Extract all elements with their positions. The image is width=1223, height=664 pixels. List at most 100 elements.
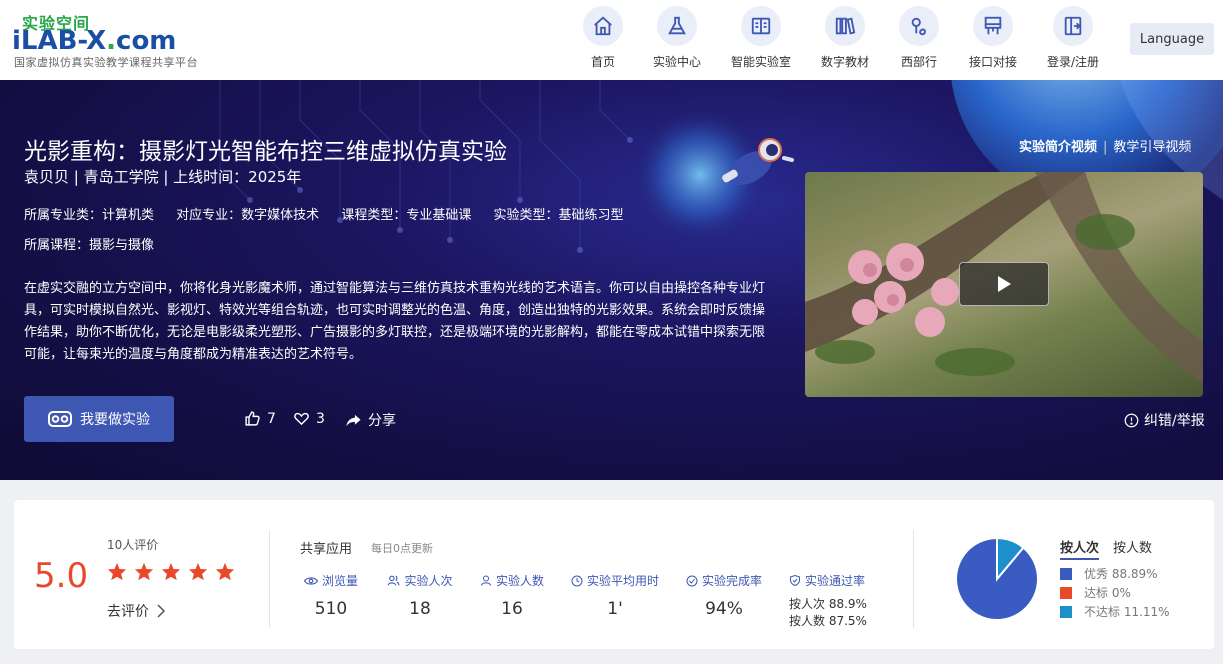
- vr-goggles-icon: [48, 411, 72, 427]
- heart-icon: [294, 412, 309, 426]
- metric-value: 18: [409, 599, 431, 619]
- tag-major: 对应专业：数字媒体技术: [176, 208, 320, 223]
- experiment-meta: 袁贝贝 | 青岛工学院 | 上线时间：2025年: [24, 168, 302, 186]
- legend-item: 优秀 88.89%: [1060, 564, 1170, 583]
- nav-label: 首页: [590, 55, 615, 69]
- video-player[interactable]: [805, 172, 1203, 397]
- tab-separator: |: [1103, 140, 1108, 155]
- nav-label: 西部行: [900, 55, 937, 69]
- video-tabs: 实验简介视频 | 教学引导视频: [1019, 136, 1191, 155]
- like-count: 7: [267, 410, 276, 427]
- metric-label: 实验完成率: [701, 574, 762, 588]
- share-label: 分享: [368, 413, 396, 429]
- language-button[interactable]: Language: [1130, 23, 1214, 55]
- review-count: 10人评价: [107, 538, 159, 552]
- metric-label: 实验通过率: [804, 574, 865, 588]
- metric-value: 510: [314, 599, 348, 619]
- play-icon: [998, 276, 1011, 292]
- nav-item-home[interactable]: 首页: [583, 6, 623, 74]
- like-button[interactable]: 7: [244, 410, 276, 427]
- metric-completion-rate: 实验完成率 94%: [684, 572, 764, 619]
- do-experiment-label: 我要做实验: [80, 412, 150, 428]
- logo-main-text: iLAB-X.com: [12, 26, 177, 56]
- nav-item-login[interactable]: 登录/注册: [1045, 6, 1101, 74]
- nav-label: 接口对接: [968, 55, 1017, 69]
- rating-score: 5.0: [34, 556, 89, 596]
- thumbs-up-icon: [245, 411, 260, 426]
- pass-rate-by-times: 按人次 88.9%: [789, 597, 867, 611]
- books-icon: [825, 6, 865, 46]
- play-button[interactable]: [959, 262, 1049, 306]
- grade-pie-chart: [955, 536, 1039, 621]
- metric-experiment-times: 实验人次 18: [387, 572, 453, 619]
- legend-item: 不达标 11.11%: [1060, 602, 1170, 621]
- legend-swatch: [1060, 605, 1072, 618]
- report-label: 纠错/举报: [1144, 413, 1205, 429]
- legend-swatch: [1060, 567, 1072, 580]
- report-error-link[interactable]: 纠错/举报: [1124, 410, 1205, 430]
- divider: [913, 530, 914, 628]
- go-review-label: 去评价: [107, 604, 149, 620]
- home-icon: [583, 6, 623, 46]
- flask-icon: [657, 6, 697, 46]
- star-icon: [107, 562, 127, 581]
- star-icon: [188, 562, 208, 581]
- pass-rate-by-people: 按人数 87.5%: [789, 614, 867, 628]
- do-experiment-button[interactable]: 我要做实验: [24, 396, 174, 442]
- stats-panel: 5.0 10人评价 去评价 共享应用 每日0点更新 浏览量 510 实验人次 1…: [14, 500, 1214, 649]
- experiment-title: 光影重构：摄影灯光智能布控三维虚拟仿真实验: [24, 139, 507, 165]
- favorite-button[interactable]: 3: [293, 410, 325, 427]
- nav-item-west[interactable]: 西部行: [899, 6, 939, 74]
- star-icon: [134, 562, 154, 581]
- experiment-banner: 光影重构：摄影灯光智能布控三维虚拟仿真实验 袁贝贝 | 青岛工学院 | 上线时间…: [0, 80, 1223, 480]
- legend-item: 达标 0%: [1060, 583, 1170, 602]
- nav-item-smart-lab[interactable]: 智能实验室: [731, 6, 791, 74]
- users-icon: [388, 575, 400, 586]
- tag-course-type: 课程类型：专业基础课: [341, 208, 472, 223]
- nav-item-interface[interactable]: 接口对接: [968, 6, 1018, 74]
- shield-icon: [789, 574, 800, 587]
- rating-stars: [107, 562, 242, 581]
- pie-tabs: 按人次 按人数: [1060, 537, 1152, 560]
- nav-label: 实验中心: [652, 55, 701, 69]
- metric-label: 实验人次: [404, 574, 453, 588]
- check-circle-icon: [686, 575, 698, 586]
- nav-label: 智能实验室: [731, 55, 792, 69]
- legend-swatch: [1060, 586, 1072, 599]
- clock-icon: [571, 575, 583, 586]
- interface-icon: [973, 6, 1013, 46]
- tab-by-times[interactable]: 按人次: [1060, 541, 1100, 560]
- metric-label: 实验平均用时: [586, 574, 659, 588]
- metric-value: 94%: [705, 599, 743, 619]
- location-icon: [899, 6, 939, 46]
- tab-by-people[interactable]: 按人数: [1113, 541, 1152, 556]
- user-icon: [480, 575, 491, 586]
- tab-guide-video[interactable]: 教学引导视频: [1113, 140, 1191, 155]
- tab-intro-video[interactable]: 实验简介视频: [1019, 140, 1097, 155]
- login-icon: [1053, 6, 1093, 46]
- nav-item-digital-textbook[interactable]: 数字教材: [820, 6, 870, 74]
- share-button[interactable]: 分享: [345, 410, 396, 430]
- metric-value: 16: [501, 599, 523, 619]
- info-circle-icon: [1124, 413, 1139, 427]
- chevron-right-icon: [157, 604, 166, 618]
- tag-experiment-type: 实验类型：基础练习型: [493, 208, 624, 223]
- tag-major-category: 所属专业类：计算机类: [24, 208, 155, 223]
- go-review-link[interactable]: 去评价: [107, 601, 167, 621]
- nav-item-experiment-center[interactable]: 实验中心: [647, 6, 707, 74]
- experiment-description: 在虚实交融的立方空间中，你将化身光影魔术师，通过智能算法与三维仿真技术重构光线的…: [24, 281, 766, 362]
- metric-views: 浏览量 510: [304, 572, 358, 619]
- share-app-title: 共享应用: [300, 542, 353, 557]
- star-icon: [215, 562, 235, 581]
- metric-value: 1': [607, 599, 623, 619]
- experiment-tags: 所属专业类：计算机类 对应专业：数字媒体技术 课程类型：专业基础课 实验类型：基…: [24, 204, 641, 223]
- pass-rate-values: 按人次 88.9% 按人数 87.5%: [789, 596, 867, 630]
- star-icon: [161, 562, 181, 581]
- pie-legend: 优秀 88.89% 达标 0% 不达标 11.11%: [1060, 564, 1170, 621]
- share-arrow-icon: [346, 414, 361, 426]
- book-icon: [741, 6, 781, 46]
- experiment-course: 所属课程：摄影与摄像: [24, 238, 155, 253]
- top-header: 实验空间 iLAB-X.com 国家虚拟仿真实验教学课程共享平台 首页 实验中心…: [0, 0, 1223, 80]
- site-logo[interactable]: 实验空间 iLAB-X.com 国家虚拟仿真实验教学课程共享平台: [12, 8, 232, 72]
- metric-label: 浏览量: [321, 574, 358, 588]
